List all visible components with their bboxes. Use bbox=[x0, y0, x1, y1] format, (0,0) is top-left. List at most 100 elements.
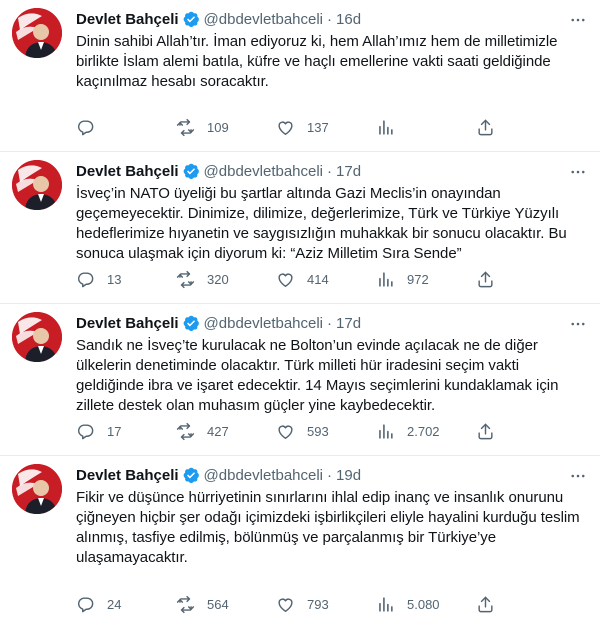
like-icon bbox=[278, 273, 293, 287]
share-icon bbox=[478, 596, 493, 612]
tweet-header: Devlet Bahçeli @dbdevletbahceli · 19d bbox=[76, 464, 584, 486]
more-options-icon[interactable] bbox=[568, 314, 588, 334]
retweet-button[interactable]: 564 bbox=[176, 594, 276, 614]
like-count: 593 bbox=[307, 423, 329, 439]
retweet-icon bbox=[176, 270, 195, 288]
reply-count: 13 bbox=[107, 271, 122, 287]
like-button[interactable]: 793 bbox=[276, 594, 376, 614]
retweet-icon bbox=[176, 118, 195, 136]
tweet[interactable]: Devlet Bahçeli @dbdevletbahceli · 16d Di… bbox=[0, 0, 600, 152]
like-count: 793 bbox=[307, 596, 329, 612]
author-name[interactable]: Devlet Bahçeli bbox=[76, 163, 179, 180]
verified-badge-icon bbox=[182, 466, 200, 484]
views-count: 972 bbox=[407, 271, 429, 287]
retweet-icon bbox=[176, 595, 195, 613]
like-count: 414 bbox=[307, 271, 329, 287]
tweet-timestamp[interactable]: 16d bbox=[336, 11, 361, 28]
tweet-text: İsveç’in NATO üyeliği bu şartlar altında… bbox=[76, 185, 567, 262]
tweet-actions: 24 564 793 5.080 bbox=[76, 594, 584, 614]
views-icon bbox=[379, 271, 393, 287]
author-handle[interactable]: @dbdevletbahceli bbox=[204, 315, 323, 332]
like-icon bbox=[278, 121, 293, 135]
like-icon bbox=[278, 598, 293, 612]
author-handle[interactable]: @dbdevletbahceli bbox=[204, 163, 323, 180]
reply-icon bbox=[77, 119, 94, 135]
tweet-feed: Devlet Bahçeli @dbdevletbahceli · 16d Di… bbox=[0, 0, 600, 628]
author-name[interactable]: Devlet Bahçeli bbox=[76, 315, 179, 332]
retweet-button[interactable]: 427 bbox=[176, 421, 276, 441]
share-icon bbox=[478, 423, 493, 439]
reply-button[interactable]: 13 bbox=[76, 269, 176, 289]
tweet-timestamp[interactable]: 17d bbox=[336, 163, 361, 180]
separator-dot: · bbox=[327, 162, 333, 180]
avatar-image bbox=[12, 160, 62, 210]
reply-icon bbox=[77, 423, 94, 439]
avatar[interactable] bbox=[12, 312, 62, 362]
separator-dot: · bbox=[327, 314, 333, 332]
tweet-header: Devlet Bahçeli @dbdevletbahceli · 17d bbox=[76, 160, 584, 182]
verified-badge-icon bbox=[182, 162, 200, 180]
tweet-timestamp[interactable]: 17d bbox=[336, 315, 361, 332]
share-button[interactable] bbox=[476, 269, 495, 289]
retweet-count: 427 bbox=[207, 423, 229, 439]
tweet[interactable]: Devlet Bahçeli @dbdevletbahceli · 19d Fi… bbox=[0, 456, 600, 628]
separator-dot: · bbox=[327, 10, 333, 28]
tweet[interactable]: Devlet Bahçeli @dbdevletbahceli · 17d İs… bbox=[0, 152, 600, 304]
avatar[interactable] bbox=[12, 464, 62, 514]
separator-dot: · bbox=[327, 466, 333, 484]
views-count: 2.702 bbox=[407, 423, 440, 439]
reply-button[interactable]: 24 bbox=[76, 594, 176, 614]
author-name[interactable]: Devlet Bahçeli bbox=[76, 467, 179, 484]
views-count: 5.080 bbox=[407, 596, 440, 612]
views-icon bbox=[379, 596, 393, 612]
reply-icon bbox=[77, 596, 94, 612]
tweet-actions: 17 427 593 2.702 bbox=[76, 421, 584, 441]
reply-count: 24 bbox=[107, 596, 122, 612]
author-name[interactable]: Devlet Bahçeli bbox=[76, 11, 179, 28]
verified-badge-icon bbox=[182, 10, 200, 28]
tweet-header: Devlet Bahçeli @dbdevletbahceli · 17d bbox=[76, 312, 584, 334]
like-button[interactable]: 593 bbox=[276, 421, 376, 441]
more-options-icon[interactable] bbox=[568, 466, 588, 486]
tweet-header: Devlet Bahçeli @dbdevletbahceli · 16d bbox=[76, 8, 584, 30]
share-button[interactable] bbox=[476, 594, 495, 614]
retweet-button[interactable]: 109 bbox=[176, 117, 276, 137]
author-handle[interactable]: @dbdevletbahceli bbox=[204, 11, 323, 28]
retweet-icon bbox=[176, 422, 195, 440]
avatar-image bbox=[12, 8, 62, 58]
tweet-actions: 109 137 bbox=[76, 117, 584, 137]
more-options-icon[interactable] bbox=[568, 162, 588, 182]
avatar[interactable] bbox=[12, 8, 62, 58]
share-button[interactable] bbox=[476, 421, 495, 441]
reply-button[interactable]: 17 bbox=[76, 421, 176, 441]
tweet-timestamp[interactable]: 19d bbox=[336, 467, 361, 484]
retweet-count: 320 bbox=[207, 271, 229, 287]
more-options-icon[interactable] bbox=[568, 10, 588, 30]
tweet-text: Dinin sahibi Allah’tır. İman ediyoruz ki… bbox=[76, 33, 558, 90]
like-button[interactable]: 137 bbox=[276, 117, 376, 137]
views-button[interactable]: 5.080 bbox=[376, 594, 476, 614]
share-button[interactable] bbox=[476, 117, 495, 137]
avatar[interactable] bbox=[12, 160, 62, 210]
retweet-count: 109 bbox=[207, 119, 229, 135]
reply-icon bbox=[77, 271, 94, 287]
views-button[interactable] bbox=[376, 117, 476, 137]
retweet-button[interactable]: 320 bbox=[176, 269, 276, 289]
verified-badge-icon bbox=[182, 314, 200, 332]
retweet-count: 564 bbox=[207, 596, 229, 612]
like-button[interactable]: 414 bbox=[276, 269, 376, 289]
views-button[interactable]: 2.702 bbox=[376, 421, 476, 441]
share-icon bbox=[478, 271, 493, 287]
tweet[interactable]: Devlet Bahçeli @dbdevletbahceli · 17d Sa… bbox=[0, 304, 600, 456]
reply-count: 17 bbox=[107, 423, 122, 439]
tweet-actions: 13 320 414 972 bbox=[76, 269, 584, 289]
avatar-image bbox=[12, 464, 62, 514]
avatar-image bbox=[12, 312, 62, 362]
views-icon bbox=[379, 119, 393, 135]
tweet-text: Sandık ne İsveç’te kurulacak ne Bolton’u… bbox=[76, 337, 559, 414]
like-count: 137 bbox=[307, 119, 329, 135]
author-handle[interactable]: @dbdevletbahceli bbox=[204, 467, 323, 484]
views-button[interactable]: 972 bbox=[376, 269, 476, 289]
reply-button[interactable] bbox=[76, 117, 176, 137]
views-icon bbox=[379, 423, 393, 439]
